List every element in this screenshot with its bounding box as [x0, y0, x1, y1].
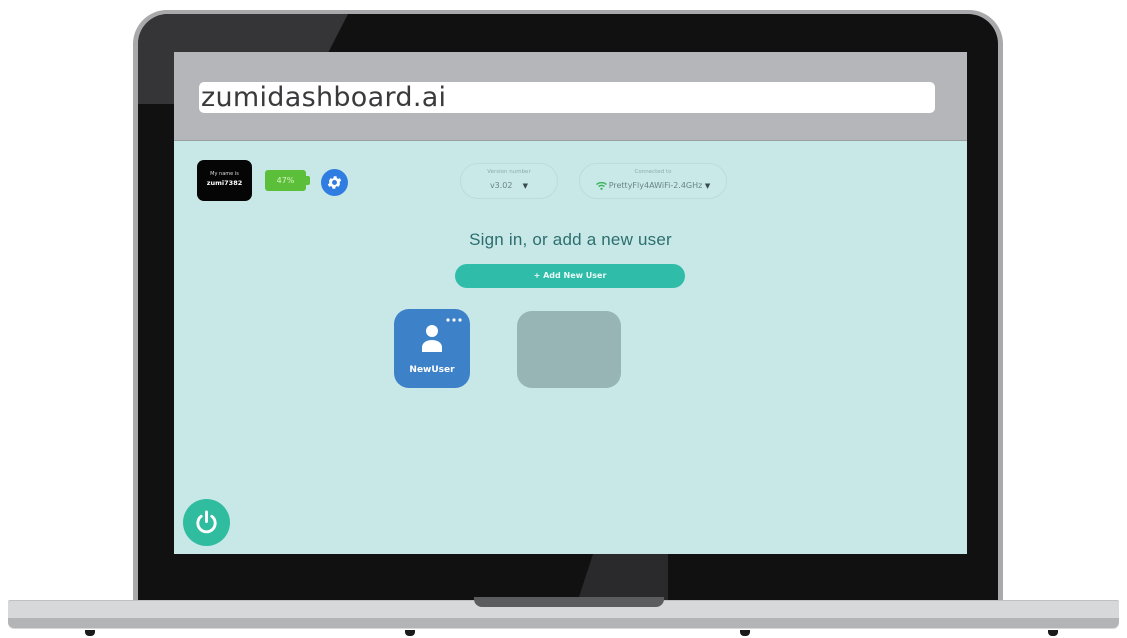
browser-toolbar: zumidashboard.ai — [174, 52, 967, 141]
wifi-icon — [595, 181, 607, 190]
add-new-user-button[interactable]: + Add New User — [455, 264, 685, 288]
version-selector[interactable]: Version number v3.02 ▼ — [460, 163, 558, 199]
chevron-down-icon: ▼ — [522, 182, 529, 190]
version-value-row: v3.02 ▼ — [461, 181, 557, 190]
laptop-hinge-notch — [474, 597, 664, 607]
connection-value-row: PrettyFly4AWiFi-2.4GHz ▼ — [580, 181, 726, 190]
laptop-foot — [740, 630, 750, 636]
robot-name-badge: My name is zumi7382 — [197, 160, 252, 201]
page-heading: Sign in, or add a new user — [469, 230, 672, 249]
chevron-down-icon: ▼ — [704, 182, 711, 190]
more-dots-icon[interactable] — [446, 318, 462, 322]
laptop-screen: zumidashboard.ai My name is zumi7382 47%… — [174, 52, 967, 554]
laptop-foot — [85, 630, 95, 636]
name-caption: My name is — [210, 171, 239, 177]
user-card[interactable]: NewUser — [394, 309, 470, 388]
user-name: NewUser — [409, 365, 455, 375]
laptop-base-shadow — [8, 618, 1119, 628]
laptop-foot — [1048, 630, 1058, 636]
power-icon — [196, 510, 217, 534]
empty-user-slot — [517, 311, 621, 388]
laptop-foot — [405, 630, 415, 636]
battery-tip — [306, 176, 310, 185]
connection-label: Connected to — [634, 169, 672, 175]
version-label: Version number — [487, 169, 531, 175]
version-value: v3.02 — [489, 181, 513, 190]
wifi-selector[interactable]: Connected to PrettyFly4AWiFi-2.4GHz ▼ — [579, 163, 727, 199]
settings-button[interactable] — [321, 169, 348, 196]
battery-indicator: 47% — [265, 170, 306, 191]
address-text: zumidashboard.ai — [201, 82, 447, 113]
user-icon — [422, 325, 442, 352]
power-button[interactable] — [183, 499, 230, 546]
gear-icon — [327, 176, 342, 189]
network-name: PrettyFly4AWiFi-2.4GHz — [608, 181, 703, 190]
robot-name: zumi7382 — [206, 179, 243, 187]
